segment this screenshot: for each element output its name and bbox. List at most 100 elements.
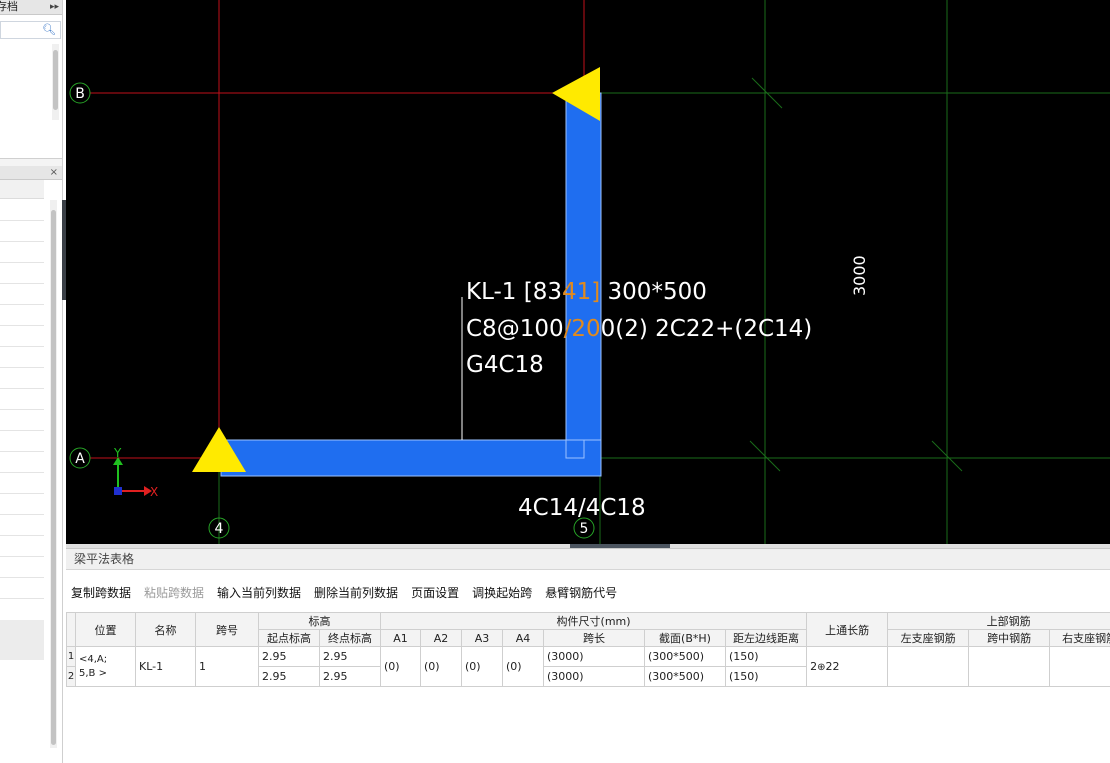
paste-span-button[interactable]: 粘贴跨数据 [144, 582, 204, 604]
page-setup-button[interactable]: 页面设置 [411, 582, 459, 604]
left-list-scrollbar[interactable] [50, 200, 57, 748]
annotation-bottom[interactable]: 4C14/4C18 [518, 495, 646, 521]
expand-icon[interactable]: ▸▸ [50, 0, 59, 14]
ucs-x-label: X [150, 485, 158, 499]
header-a2: A2 [420, 629, 462, 647]
annotation-line-2[interactable]: C8@100/200(2) 2C22+(2C14) [466, 316, 812, 342]
cell-a2[interactable]: (0) [420, 646, 462, 687]
copy-span-button[interactable]: 复制跨数据 [71, 582, 131, 604]
left-mid-panel-header: × [0, 166, 62, 180]
ucs-y-label: Y [113, 446, 122, 460]
cell-edge-distance[interactable]: (150) [724, 646, 808, 667]
header-a4: A4 [502, 629, 544, 647]
header-a1: A1 [380, 629, 421, 647]
cell-a1[interactable]: (0) [380, 646, 421, 687]
list-item[interactable] [0, 367, 44, 368]
cantilever-rebar-code-button[interactable]: 悬臂钢筋代号 [545, 582, 617, 604]
left-list-header [0, 180, 44, 199]
header-start-elev: 起点标高 [258, 629, 320, 647]
header-left-support: 左支座钢筋 [887, 629, 970, 647]
cell-section[interactable]: (300*500) [644, 646, 726, 667]
annotation-line-1[interactable]: KL-1 [8341] 300*500 [466, 279, 707, 305]
header-span-length: 跨长 [543, 629, 645, 647]
cell-span-length[interactable]: (3000) [543, 666, 645, 687]
cell-a4[interactable]: (0) [502, 646, 544, 687]
list-item[interactable] [0, 283, 44, 284]
dimension-label: 3000 [850, 255, 869, 296]
top-through-diameter: 22 [825, 660, 840, 673]
cell-span-length[interactable]: (3000) [543, 646, 645, 667]
swap-start-span-button[interactable]: 调换起始跨 [472, 582, 532, 604]
list-item[interactable] [0, 262, 44, 263]
header-edge-distance: 距左边线距离 [724, 629, 808, 647]
list-item[interactable] [0, 304, 44, 305]
cell-span-no[interactable]: 1 [195, 646, 259, 687]
beam-horizontal-span[interactable] [220, 439, 602, 477]
cell-right-support[interactable] [1049, 646, 1110, 687]
row-number: 2 [66, 666, 76, 687]
list-item[interactable] [0, 241, 44, 242]
cell-mid-span[interactable] [968, 646, 1051, 687]
cell-section[interactable]: (300*500) [644, 666, 726, 687]
list-item[interactable] [0, 325, 44, 326]
list-item[interactable] [0, 598, 44, 599]
left-list-group [0, 620, 44, 660]
table-row[interactable]: 1 <4,A; 5,B > KL-1 1 2.95 2.95 (0) (0) (… [66, 646, 1110, 687]
list-item[interactable] [0, 430, 44, 431]
header-top-rebar: 上部钢筋 [887, 612, 1110, 630]
axis-label-a: A [75, 451, 85, 467]
header-section: 截面(B*H) [644, 629, 726, 647]
annotation-line-3[interactable]: G4C18 [466, 352, 544, 378]
cell-position[interactable]: <4,A; 5,B > [75, 646, 136, 687]
cell-edge-distance[interactable]: (150) [724, 666, 808, 687]
drawing-svg[interactable]: B A 4 5 3000 KL-1 [8341] 300*500 C8@100/… [66, 0, 1110, 544]
cell-top-through[interactable]: 2⊕22 [806, 646, 889, 687]
list-item[interactable] [0, 346, 44, 347]
cell-start-elev[interactable]: 2.95 [258, 666, 320, 687]
list-item[interactable] [0, 388, 44, 389]
list-item[interactable] [0, 493, 44, 494]
header-span-no: 跨号 [195, 612, 259, 647]
header-end-elev: 终点标高 [319, 629, 381, 647]
list-item[interactable] [0, 472, 44, 473]
header-name: 名称 [135, 612, 196, 647]
list-item[interactable] [0, 556, 44, 557]
beam-table-panel: 梁平法表格 复制跨数据 粘贴跨数据 输入当前列数据 删除当前列数据 页面设置 调换起始跨悬… [66, 548, 1110, 763]
list-item[interactable] [0, 451, 44, 452]
list-item[interactable] [0, 535, 44, 536]
left-panel-header: 存档 ▸▸ [0, 0, 62, 15]
cell-start-elev[interactable]: 2.95 [258, 646, 320, 667]
beam-vertical-span[interactable] [565, 92, 602, 460]
search-input[interactable]: 🔍︎ [0, 21, 61, 39]
position-line: 5,B > [79, 667, 107, 679]
header-elevation: 标高 [258, 612, 381, 630]
left-panel: 存档 ▸▸ 🔍︎ × [0, 0, 63, 763]
left-top-scrollbar-thumb[interactable] [53, 50, 58, 110]
cell-a3[interactable]: (0) [461, 646, 503, 687]
left-list-scrollbar-thumb[interactable] [51, 210, 56, 745]
header-top-through: 上通长筋 [806, 612, 889, 647]
header-right-support: 右支座钢筋 [1049, 629, 1110, 647]
close-icon[interactable]: × [50, 166, 58, 179]
delete-column-button[interactable]: 删除当前列数据 [314, 582, 398, 604]
search-icon[interactable]: 🔍︎ [42, 23, 56, 36]
list-item[interactable] [0, 514, 44, 515]
drawing-canvas[interactable]: B A 4 5 3000 KL-1 [8341] 300*500 C8@100/… [66, 0, 1110, 544]
position-line: <4,A; [79, 653, 108, 665]
list-item[interactable] [0, 409, 44, 410]
panel-title: 梁平法表格 [66, 548, 1110, 570]
axis-label-5: 5 [580, 521, 589, 537]
row-number: 1 [66, 646, 76, 667]
axis-label-4: 4 [215, 521, 224, 537]
cell-end-elev[interactable]: 2.95 [319, 666, 381, 687]
header-mid-span: 跨中钢筋 [968, 629, 1051, 647]
list-item[interactable] [0, 220, 44, 221]
left-panel-title: 存档 [0, 0, 18, 13]
left-top-scrollbar[interactable] [52, 44, 59, 120]
cell-left-support[interactable] [887, 646, 970, 687]
input-column-button[interactable]: 输入当前列数据 [217, 582, 301, 604]
cell-name[interactable]: KL-1 [135, 646, 196, 687]
cell-end-elev[interactable]: 2.95 [319, 646, 381, 667]
list-item[interactable] [0, 577, 44, 578]
table-toolbar: 复制跨数据 粘贴跨数据 输入当前列数据 删除当前列数据 页面设置 调换起始跨 悬臂钢筋代号 [66, 582, 1110, 604]
